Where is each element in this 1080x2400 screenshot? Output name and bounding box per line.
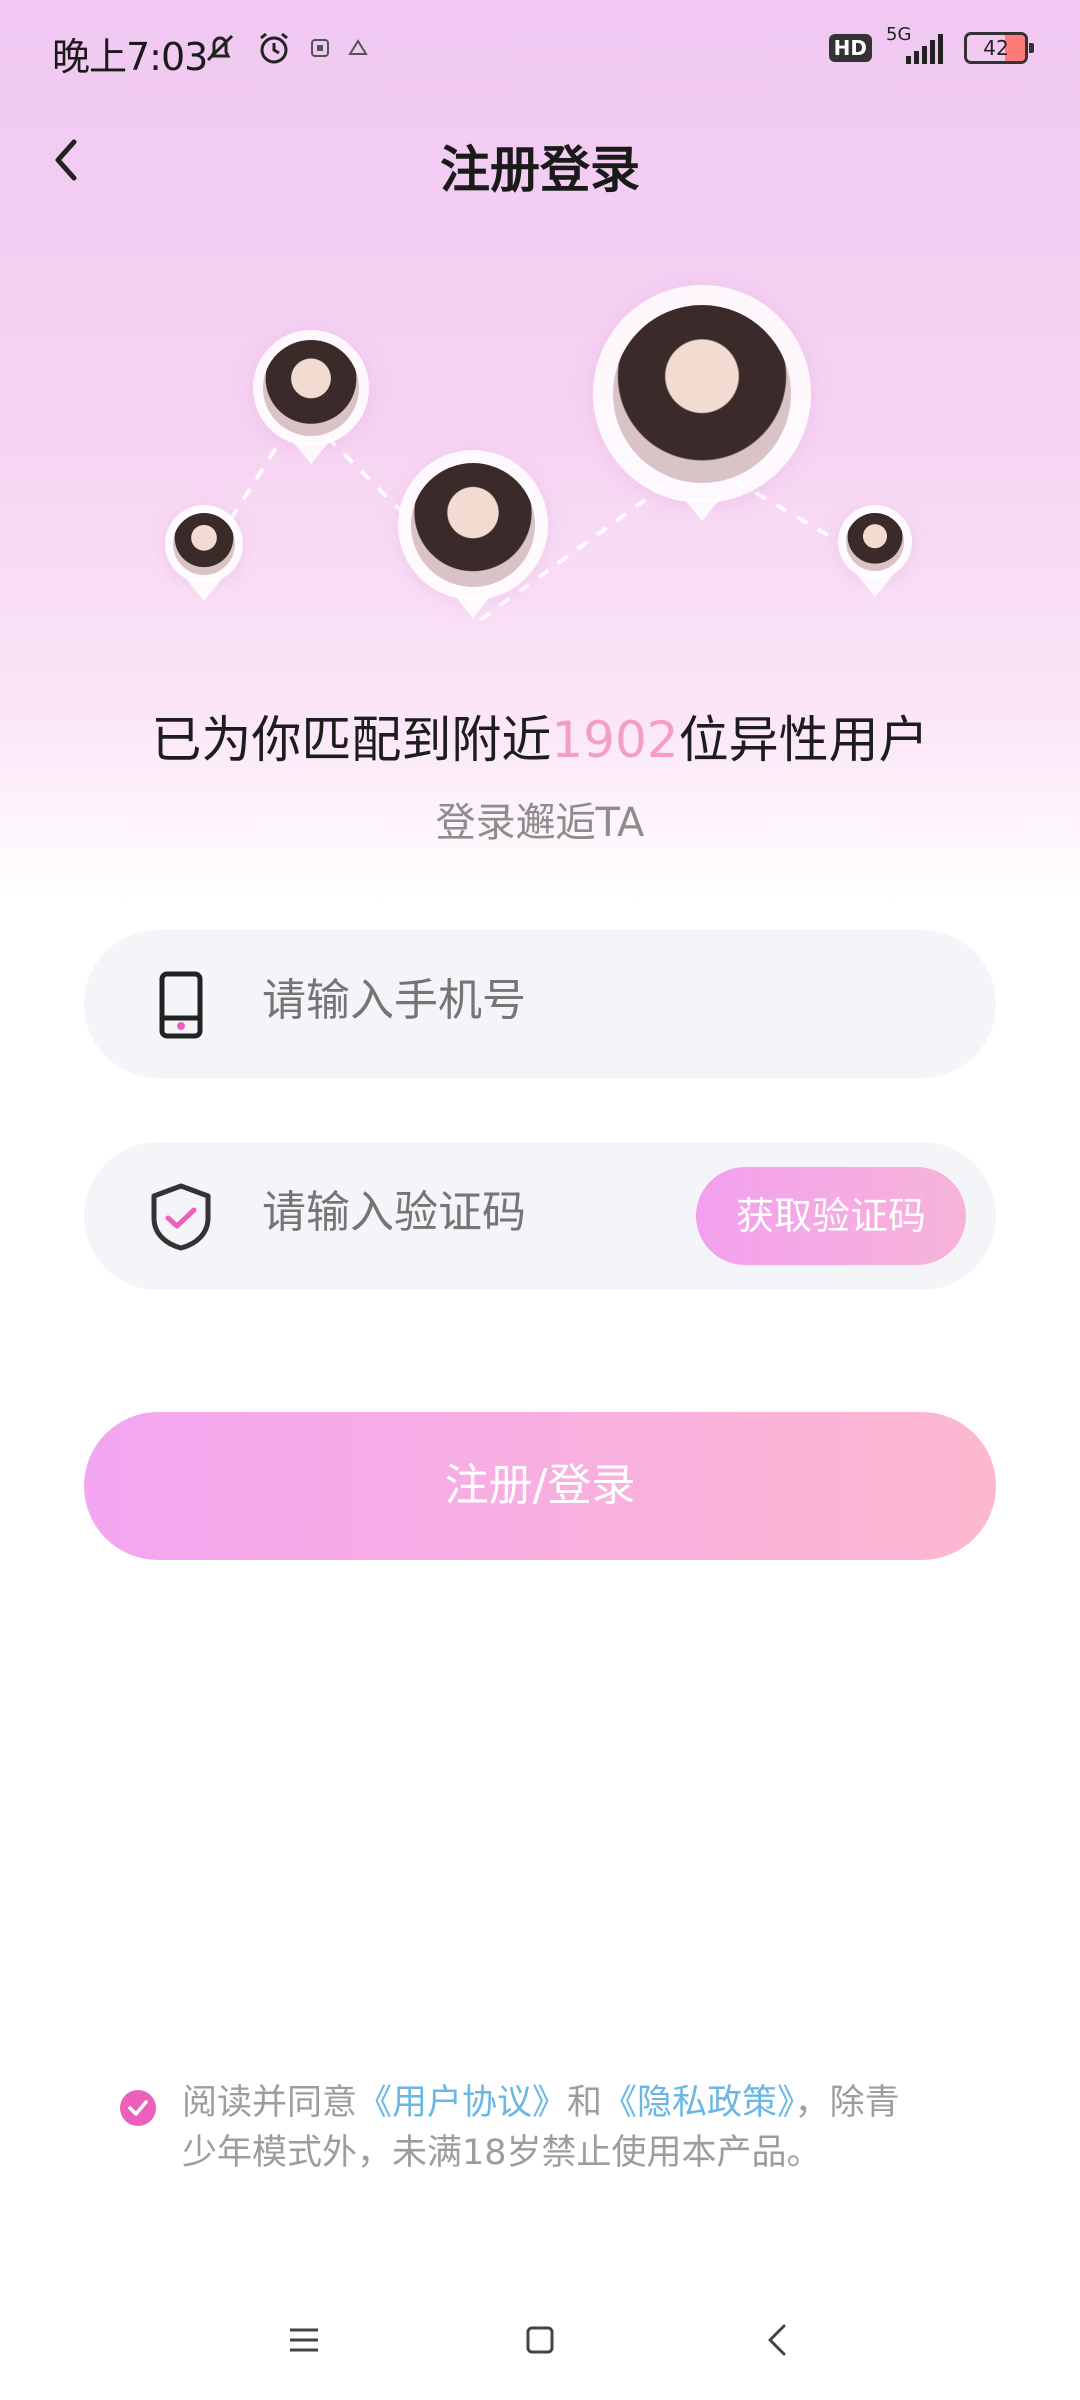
register-login-button[interactable]: 注册/登录 [84,1412,996,1560]
battery-icon: 42 [964,32,1034,64]
avatar-pin [593,285,811,503]
verification-code-input[interactable] [260,1186,684,1239]
status-time: 晚上7:03 [52,35,208,79]
app-notification-icon-2 [348,39,368,55]
avatar [263,340,359,436]
app-notification-icon [311,39,329,57]
hd-badge: HD [828,34,872,62]
avatar [411,463,535,587]
match-headline: 已为你匹配到附近1902位异性用户 [151,711,929,769]
agreement-checkbox[interactable] [120,2090,156,2126]
avatar [846,513,904,571]
match-subtitle: 登录邂逅TA [435,800,645,846]
check-icon [128,2100,148,2116]
phone-input[interactable] [260,974,684,1027]
agreement-text: 阅读并同意《用户协议》和《隐私政策》，除青少年模式外，未满18岁禁止使用本产品。 [182,2083,900,2173]
signal-icon: 5G [886,24,950,68]
avatar-pin [398,450,548,600]
avatar [173,513,235,575]
system-nav-bar [0,2280,1080,2400]
menu-icon[interactable] [284,2320,324,2360]
get-code-button[interactable]: 获取验证码 [696,1167,966,1265]
back-icon[interactable] [758,2320,798,2360]
phone-icon [159,971,203,1039]
home-icon[interactable] [520,2320,560,2360]
verification-code-field[interactable]: 获取验证码 [84,1142,996,1290]
page-title: 注册登录 [440,141,640,199]
alarm-icon [260,32,288,64]
avatar-pin [838,505,912,579]
match-count: 1902 [551,711,679,769]
shield-check-icon [151,1183,211,1251]
status-system: HD 5G 42 [828,24,1034,68]
nearby-users-illustration [0,260,1080,680]
avatar [613,305,791,483]
privacy-policy-link[interactable]: 《隐私政策》 [602,2083,795,2123]
status-notifications [200,28,370,68]
avatar-pin [253,330,369,446]
phone-field[interactable] [84,930,996,1078]
mute-icon [206,34,234,62]
avatar-pin [165,505,243,583]
user-agreement-link[interactable]: 《用户协议》 [357,2083,567,2123]
status-bar: 晚上7:03 HD 5G 42 [0,0,1080,100]
